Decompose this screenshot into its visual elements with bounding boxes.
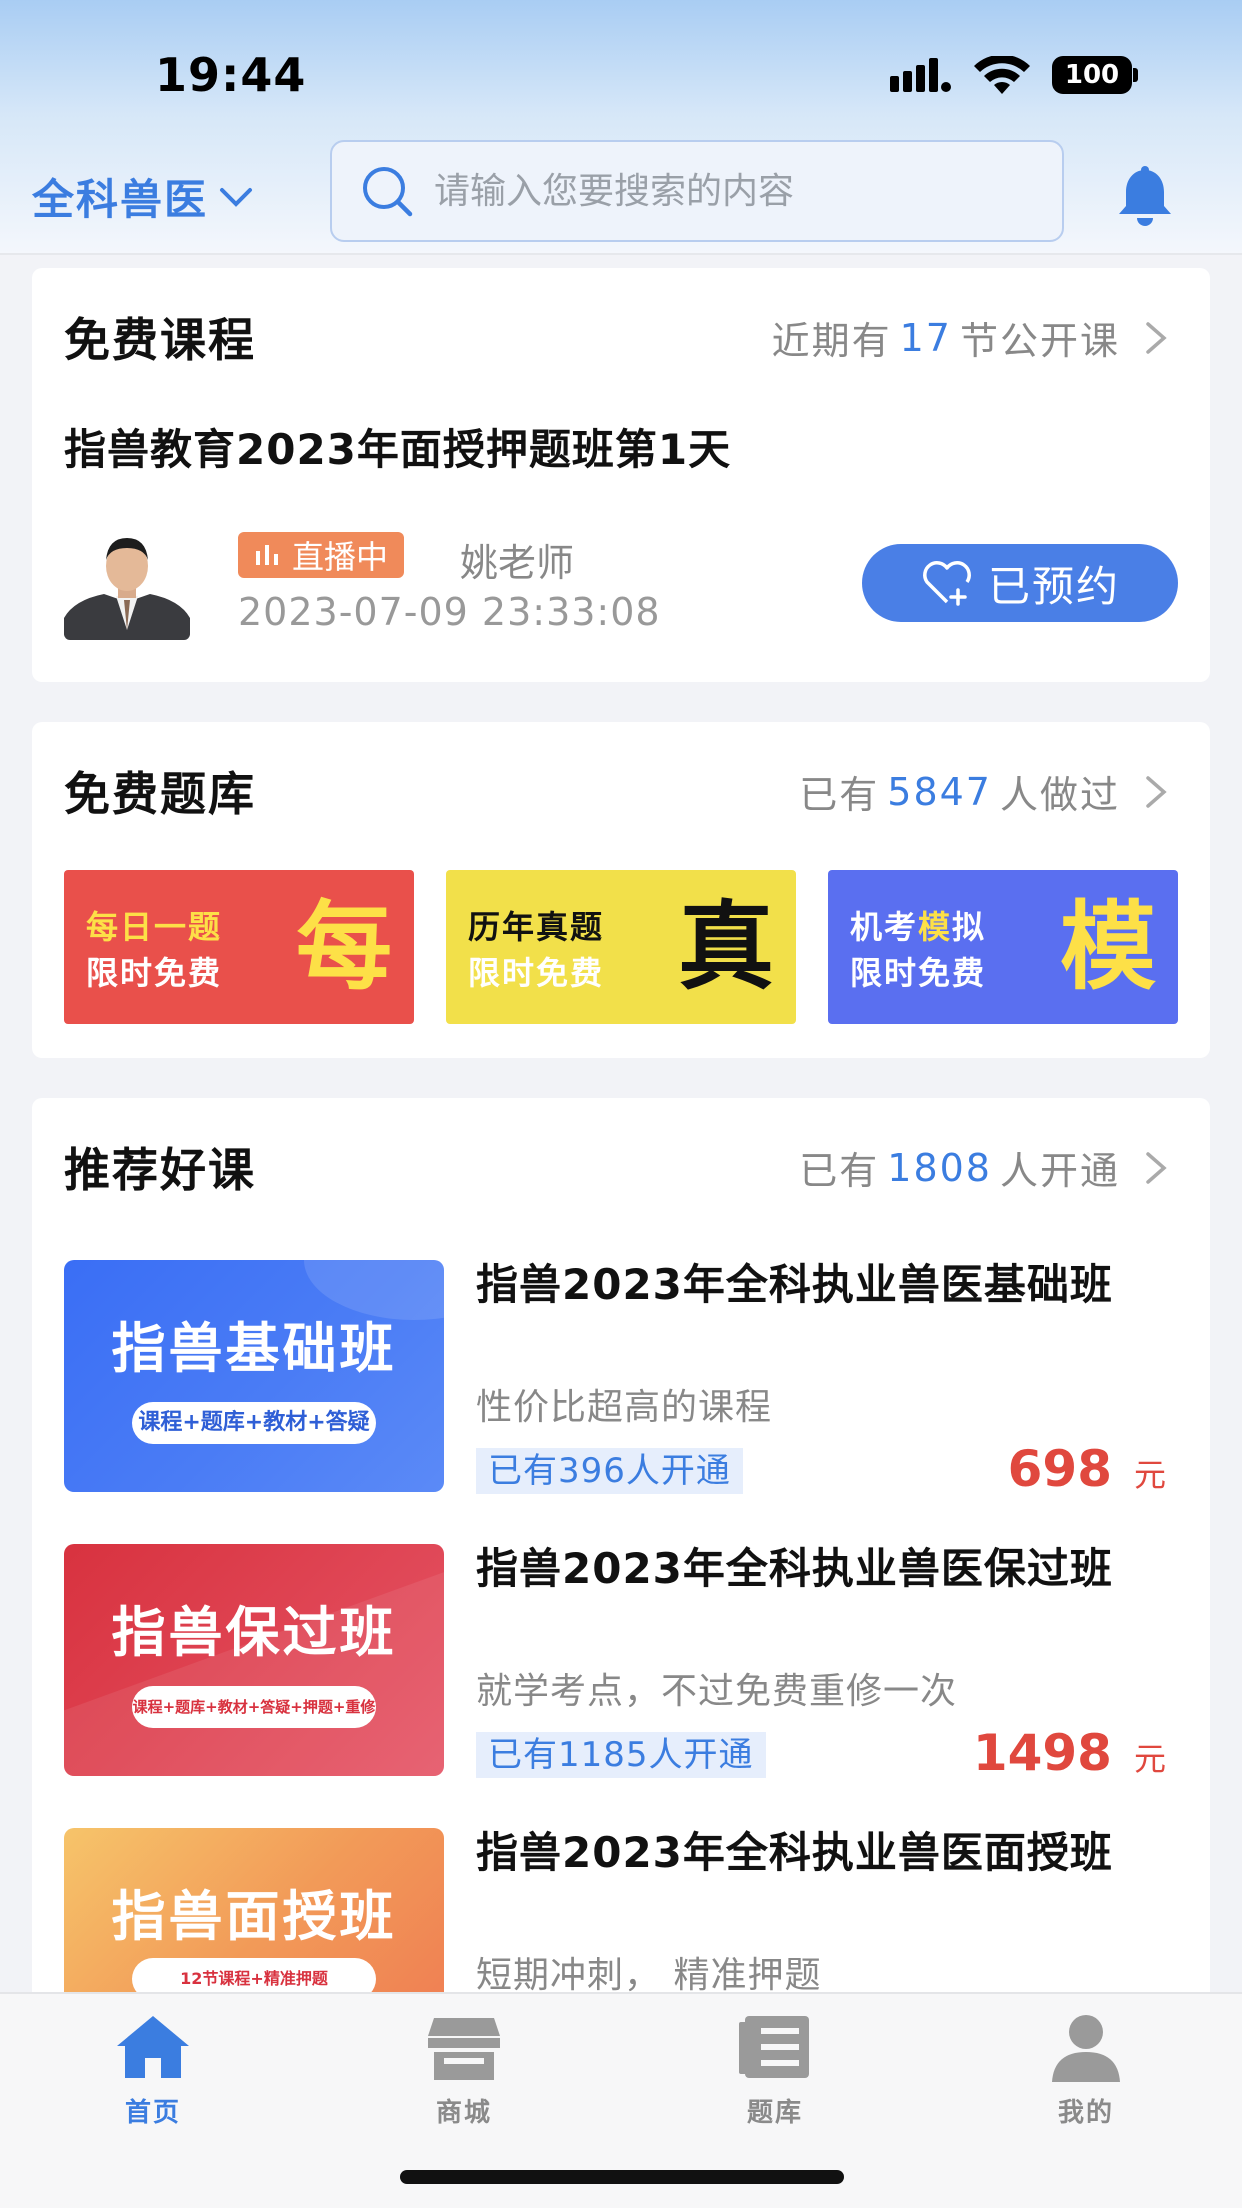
open-class-count: 17 [899,315,952,360]
mock-exam-tile[interactable]: 机考模拟 限时免费 模 [828,870,1178,1024]
thumbnail-title: 指兽保过班 [111,1601,397,1664]
heart-plus-icon [923,561,971,606]
daily-question-sub: 限时免费 [86,954,223,992]
live-datetime: 2023-07-09 23:33:08 [238,590,661,634]
mock-exam-glyph: 模 [1060,891,1156,1003]
tab-question-bank-label: 题库 [746,2098,803,2128]
live-status-badge: 直播中 [238,532,405,578]
course-item[interactable]: 指兽基础班 课程+题库+教材+答疑 指兽2023年全科执业兽医基础班 性价比超高… [64,1260,1210,1498]
tab-mall-label: 商城 [435,2098,492,2128]
category-label: 全科兽医 [32,175,209,224]
course-enrolled-badge: 已有396人开通 [476,1448,743,1494]
free-questions-title: 免费题库 [64,767,256,821]
thumbnail-title: 指兽面授班 [111,1885,397,1948]
teacher-avatar [64,530,190,640]
tab-question-bank[interactable]: 题库 [695,2012,855,2129]
mock-exam-label: 机考模拟 [850,908,987,946]
chevron-down-icon [220,187,253,207]
course-item[interactable]: 指兽面授班 12节课程+精准押题 指兽2023年全科执业兽医面授班 短期冲刺， … [64,1828,1210,2008]
course-description: 就学考点，不过免费重修一次 [476,1671,958,1712]
tab-mine-label: 我的 [1057,2098,1114,2128]
top-header: 全科兽医 [0,136,1242,254]
live-bars-icon [256,545,278,565]
past-exams-glyph: 真 [678,891,774,1003]
home-icon [117,2016,189,2078]
recommended-more-link[interactable]: 已有 1808 人开通 [799,1140,1170,1195]
course-thumbnail: 指兽保过班 课程+题库+教材+答疑+押题+重修 [64,1544,444,1776]
teacher-name: 姚老师 [460,541,575,585]
live-course-title[interactable]: 指兽教育2023年面授押题班第1天 [64,416,731,477]
search-icon [363,167,413,217]
reserved-button[interactable]: 已预约 [862,544,1178,622]
user-icon [1052,2015,1120,2082]
thumbnail-title: 指兽基础班 [111,1317,397,1380]
course-description: 性价比超高的课程 [476,1387,773,1428]
cellular-signal-icon [890,58,951,92]
battery-icon: 100 [1052,56,1138,94]
course-price: 698 元 [1008,1440,1166,1498]
price-unit: 元 [1133,1456,1166,1494]
status-time: 19:44 [155,48,307,102]
course-name: 指兽2023年全科执业兽医保过班 [476,1544,1113,1593]
question-user-count: 5847 [887,769,992,814]
past-exams-label: 历年真题 [468,908,605,946]
header-divider [0,253,1242,255]
recommended-title: 推荐好课 [64,1143,256,1197]
mock-exam-sub: 限时免费 [850,954,987,992]
free-courses-more-link[interactable]: 近期有 17 节公开课 [772,310,1170,365]
category-selector[interactable]: 全科兽医 [32,166,256,227]
chevron-right-icon [1146,1151,1167,1184]
course-item[interactable]: 指兽保过班 课程+题库+教材+答疑+押题+重修 指兽2023年全科执业兽医保过班… [64,1544,1210,1782]
course-price: 1498 元 [973,1724,1166,1782]
search-bar[interactable] [330,140,1064,242]
home-indicator[interactable] [400,2170,844,2184]
thumbnail-pill: 课程+题库+教材+答疑+押题+重修 [132,1686,376,1728]
course-name: 指兽2023年全科执业兽医面授班 [476,1828,1113,1877]
free-questions-card: 免费题库 已有 5847 人做过 每日一题 限时免费 每 历年真题 限时免费 真… [32,722,1210,1058]
tab-mall[interactable]: 商城 [384,2012,544,2129]
price-value: 698 [1007,1440,1112,1498]
tab-home-label: 首页 [124,2098,181,2128]
recommended-courses-card: 推荐好课 已有 1808 人开通 指兽基础班 课程+题库+教材+答疑 指兽202… [32,1098,1210,2008]
recommended-user-count: 1808 [887,1145,992,1190]
course-thumbnail: 指兽面授班 12节课程+精准押题 [64,1828,444,2008]
course-description: 短期冲刺， 精准押题 [476,1955,822,1996]
price-unit: 元 [1133,1740,1166,1778]
course-thumbnail: 指兽基础班 课程+题库+教材+答疑 [64,1260,444,1492]
course-name: 指兽2023年全科执业兽医基础班 [476,1260,1113,1309]
price-value: 1498 [972,1724,1112,1782]
free-courses-title: 免费课程 [64,313,256,367]
notification-bell-icon[interactable] [1112,166,1178,228]
reserved-label: 已预约 [987,561,1120,611]
wifi-icon [974,56,1030,94]
tab-home[interactable]: 首页 [73,2012,233,2129]
chevron-right-icon [1146,775,1167,808]
live-label: 直播中 [292,538,389,576]
search-input[interactable] [434,170,1034,212]
store-icon [428,2018,500,2080]
free-questions-more-link[interactable]: 已有 5847 人做过 [799,764,1170,819]
battery-level: 100 [1052,56,1132,94]
free-courses-card: 免费课程 近期有 17 节公开课 指兽教育2023年面授押题班第1天 直播中 姚… [32,268,1210,682]
past-exams-tile[interactable]: 历年真题 限时免费 真 [446,870,796,1024]
course-enrolled-badge: 已有1185人开通 [476,1732,766,1778]
daily-question-glyph: 每 [296,891,392,1003]
daily-question-label: 每日一题 [86,908,223,946]
past-exams-sub: 限时免费 [468,954,605,992]
daily-question-tile[interactable]: 每日一题 限时免费 每 [64,870,414,1024]
status-bar: 19:44 100 [0,0,1242,140]
thumbnail-pill: 课程+题库+教材+答疑 [132,1402,376,1444]
tab-mine[interactable]: 我的 [1006,2012,1166,2129]
chevron-right-icon [1146,321,1167,354]
question-bank-icon [739,2016,809,2078]
